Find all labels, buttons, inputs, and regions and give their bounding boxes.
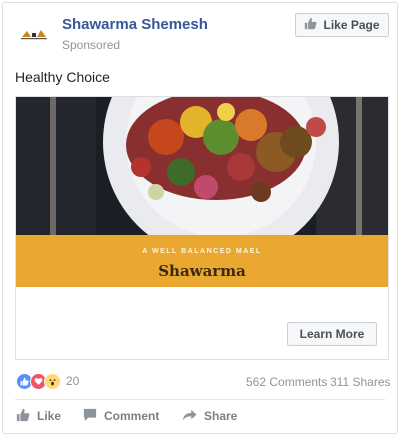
thumbs-up-icon: [16, 408, 30, 425]
post-text: Healthy Choice: [15, 69, 110, 85]
thumbs-up-icon: [304, 17, 317, 33]
ad-tagline: A WELL BALANCED MAEL: [142, 248, 262, 255]
shares-count[interactable]: 311 Shares: [330, 375, 391, 389]
like-page-label: Like Page: [323, 18, 380, 32]
sponsored-label[interactable]: Sponsored: [62, 38, 120, 52]
ad-unit[interactable]: A WELL BALANCED MAEL Shawarma Learn More: [15, 96, 389, 360]
comment-icon: [83, 408, 97, 425]
food-plate-image[interactable]: [16, 97, 388, 235]
page-logo[interactable]: [17, 19, 51, 49]
divider: [15, 399, 385, 400]
sponsored-post-card: Shawarma Shemesh Sponsored Like Page Hea…: [2, 2, 398, 434]
share-icon: [182, 408, 197, 425]
reactions-summary[interactable]: 20: [16, 372, 79, 390]
share-button[interactable]: Share: [182, 407, 237, 425]
like-label: Like: [37, 409, 62, 423]
wow-icon: [44, 372, 61, 390]
comment-button[interactable]: Comment: [83, 407, 159, 425]
comment-label: Comment: [104, 409, 160, 423]
comments-count[interactable]: 562 Comments: [246, 375, 327, 389]
ad-product-name: Shawarma: [158, 262, 246, 280]
share-label: Share: [204, 409, 238, 423]
reaction-count: 20: [66, 374, 80, 388]
like-page-button[interactable]: Like Page: [295, 13, 389, 37]
ad-banner[interactable]: A WELL BALANCED MAEL Shawarma: [16, 235, 388, 287]
learn-more-button[interactable]: Learn More: [287, 322, 377, 346]
like-button[interactable]: Like: [16, 407, 61, 425]
page-name-link[interactable]: Shawarma Shemesh: [62, 16, 208, 33]
